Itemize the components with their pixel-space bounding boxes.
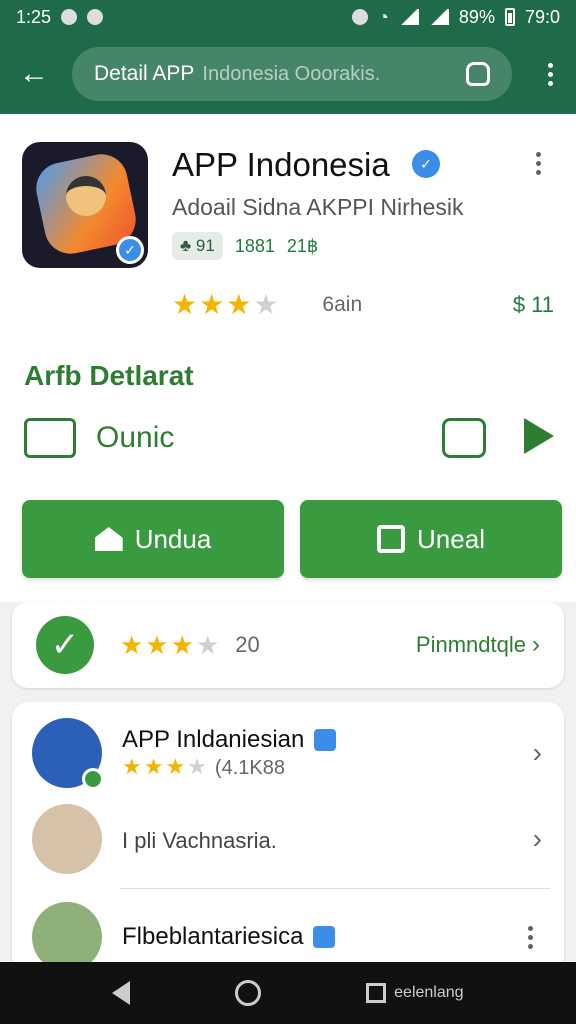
install-icon: [377, 525, 406, 553]
search-placeholder: Indonesia Ooorakis.: [202, 62, 381, 85]
review-author: APP Inldaniesian: [122, 726, 305, 753]
section-title: Arfb Detlarat: [24, 360, 194, 391]
meta-chip: ♣ 91: [172, 232, 223, 260]
app-detail-panel: ✓ APP Indonesia ✓ Adoail Sidna AKPPI Nir…: [0, 114, 576, 602]
summary-stars: ★★★★: [120, 629, 222, 660]
app-name: APP Indonesia: [172, 146, 390, 183]
hand-icon: [24, 418, 76, 458]
download-button-label: Undua: [134, 523, 212, 554]
review-author: Flbeblantariesica: [122, 923, 304, 950]
app-icon-verified-badge: ✓: [116, 236, 144, 264]
rating-summary-card: ✓ ★★★★ 20 Pinmndtqle ›: [12, 602, 564, 688]
review-count: (4.1K88: [214, 757, 285, 779]
nav-recents[interactable]: eelenlang: [366, 983, 464, 1003]
review-stars: ★★★★: [122, 754, 209, 779]
meta-size: 21฿: [286, 235, 319, 256]
info-actions: [442, 418, 554, 458]
app-developer: Adoail Sidna AKPPI Nirhesik: [172, 194, 464, 220]
app-meta: ♣ 91 1881 21฿: [172, 232, 318, 260]
summary-value: 20: [235, 632, 260, 657]
message-icon: [87, 9, 104, 25]
nav-recents-label: eelenlang: [394, 984, 464, 1001]
install-button[interactable]: Uneal: [300, 500, 562, 578]
rating-row: ★★★★ 6ain $ 11: [172, 288, 554, 321]
summary-link[interactable]: Pinmndtqle: [416, 632, 526, 658]
overflow-menu-icon[interactable]: [538, 62, 562, 86]
chevron-right-icon[interactable]: ›: [532, 631, 540, 659]
share-icon[interactable]: [442, 418, 486, 458]
search-bar-title: Detail APP: [94, 62, 195, 85]
install-button-label: Uneal: [417, 523, 485, 554]
recents-icon: [366, 983, 387, 1003]
search-bar[interactable]: Detail APP Indonesia Ooorakis.: [72, 47, 512, 101]
notification-icon: [61, 9, 78, 25]
list-item[interactable]: I pli Vachnasria. ›: [32, 804, 542, 874]
list-item[interactable]: APP Inldaniesian ★★★★ (4.1K88 ›: [32, 718, 542, 790]
back-arrow-icon[interactable]: ←: [14, 54, 54, 94]
mic-icon[interactable]: [466, 62, 490, 86]
nav-home-icon[interactable]: [235, 980, 262, 1006]
status-time: 1:25: [16, 6, 52, 27]
battery-icon: [504, 8, 515, 26]
system-nav-bar: eelenlang: [0, 962, 576, 1024]
avatar: [32, 718, 104, 790]
review-menu-icon[interactable]: [518, 925, 542, 949]
rating-stars: ★★★★: [172, 289, 281, 320]
badge-icon: [313, 926, 336, 948]
avatar: [32, 804, 102, 874]
check-icon: ✓: [36, 616, 94, 674]
badge-icon: [314, 729, 337, 751]
app-icon: ✓: [22, 142, 148, 268]
meta-downloads: 1881: [234, 235, 275, 256]
app-icon-character: [66, 176, 106, 216]
download-button[interactable]: Undua: [22, 500, 284, 578]
review-author: I pli Vachnasria.: [122, 828, 277, 853]
verified-icon: ✓: [412, 150, 440, 178]
info-row: Ounic: [24, 418, 554, 458]
status-bar: 1:25 ◔ 89% 79:0: [0, 0, 576, 34]
wifi-icon: ◔: [378, 6, 389, 27]
reviews-card: APP Inldaniesian ★★★★ (4.1K88 › I pli Vac…: [12, 702, 564, 972]
info-label: Ounic: [96, 421, 175, 454]
nav-back-icon[interactable]: [112, 981, 131, 1005]
app-menu-icon[interactable]: [526, 152, 550, 175]
app-bar: ← Detail APP Indonesia Ooorakis.: [0, 34, 576, 114]
status-clock: 79:0: [524, 6, 560, 27]
chevron-right-icon[interactable]: ›: [533, 737, 542, 769]
chevron-right-icon[interactable]: ›: [533, 823, 542, 855]
signal-icon: [398, 9, 419, 25]
play-icon[interactable]: [524, 418, 554, 454]
android-icon: [352, 9, 369, 25]
signal-icon-2: [428, 9, 449, 25]
download-icon: [94, 527, 123, 551]
battery-percent: 89%: [458, 6, 495, 27]
app-price: $ 11: [512, 291, 554, 317]
rating-count: 6ain: [322, 292, 363, 316]
verified-icon: [82, 768, 104, 790]
divider: [120, 888, 550, 889]
